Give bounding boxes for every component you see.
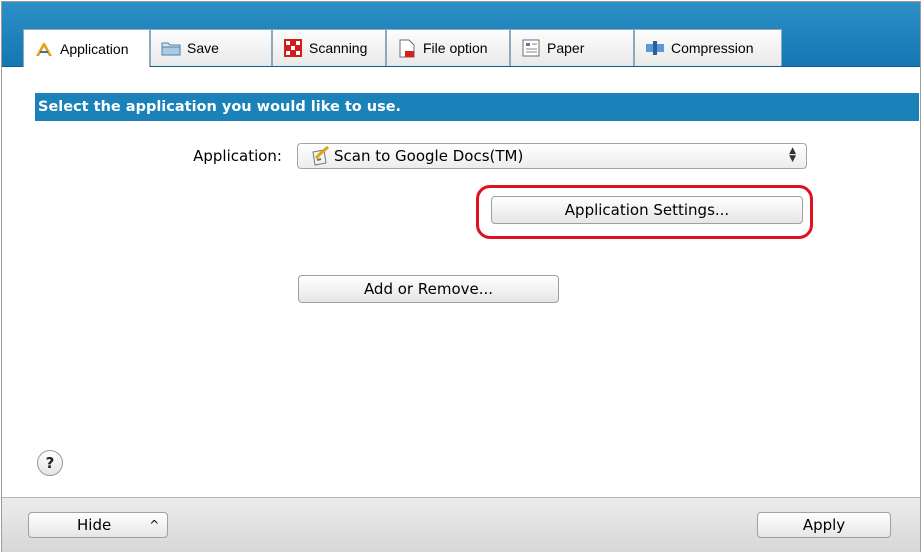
- google-docs-scan-icon: [310, 145, 330, 166]
- tab-label: Application: [60, 40, 129, 57]
- tab-save[interactable]: Save: [150, 29, 272, 66]
- application-settings-button[interactable]: Application Settings...: [491, 196, 803, 224]
- tab-bar: Application Save Scanning File option Pa…: [2, 2, 920, 67]
- compression-icon: [645, 39, 665, 57]
- apply-button[interactable]: Apply: [757, 512, 891, 538]
- tab-label: Paper: [547, 40, 585, 56]
- scan-settings-window: Application Save Scanning File option Pa…: [1, 1, 921, 552]
- instruction-banner: Select the application you would like to…: [35, 93, 919, 121]
- select-arrows-icon: ▲ ▼: [789, 146, 796, 164]
- application-icon: [34, 40, 54, 58]
- tab-file-option[interactable]: File option: [386, 29, 510, 66]
- help-button[interactable]: ?: [37, 450, 63, 476]
- chevron-up-icon: ^: [149, 518, 160, 532]
- tab-label: File option: [423, 40, 488, 56]
- tab-label: Compression: [671, 40, 754, 56]
- tab-scanning[interactable]: Scanning: [272, 29, 386, 66]
- hide-button[interactable]: Hide ^: [28, 512, 168, 538]
- scanning-icon: [283, 39, 303, 57]
- bottom-bar: Hide ^ Apply: [2, 497, 920, 552]
- file-option-icon: [397, 39, 417, 57]
- tab-label: Save: [187, 40, 219, 56]
- application-select[interactable]: Scan to Google Docs(TM) ▲ ▼: [297, 143, 807, 169]
- application-label: Application:: [193, 147, 282, 165]
- add-or-remove-button[interactable]: Add or Remove...: [298, 275, 559, 303]
- tab-compression[interactable]: Compression: [634, 29, 782, 66]
- application-select-value: Scan to Google Docs(TM): [334, 147, 524, 165]
- tab-label: Scanning: [309, 40, 368, 56]
- hide-button-label: Hide: [77, 516, 112, 534]
- paper-icon: [521, 39, 541, 57]
- tab-application[interactable]: Application: [23, 29, 150, 67]
- save-icon: [161, 39, 181, 57]
- tab-paper[interactable]: Paper: [510, 29, 634, 66]
